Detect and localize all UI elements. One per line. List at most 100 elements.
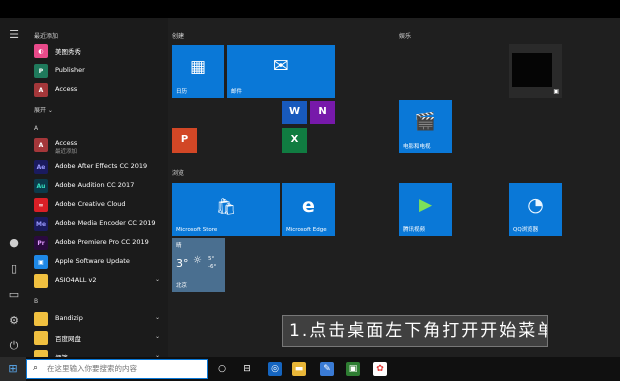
tile-microsoft-store[interactable]: 🛍 Microsoft Store [172, 183, 280, 236]
tile-label: 电影和电视 [403, 144, 431, 150]
app-item-media-encoder[interactable]: Me Adobe Media Encoder CC 2019 [34, 215, 162, 233]
mail-icon: ✉ [273, 55, 289, 77]
tile-excel[interactable]: X [282, 128, 307, 153]
film-clapper-icon: 🎬 [414, 112, 437, 132]
folder-icon [34, 331, 48, 345]
weather-temp: 3° [176, 257, 189, 270]
task-view-grid-icon[interactable]: ⊟ [240, 362, 254, 376]
app-name: Adobe Premiere Pro CC 2019 [55, 238, 149, 246]
start-menu-screen: ☰ ● ▯ ▭ ⚙ ⏻ 最近添加 ◐ 美图秀秀 P Publisher A Ac… [0, 0, 620, 381]
access-icon: A [34, 138, 48, 152]
tile-calendar[interactable]: ▦ 日历 [172, 45, 224, 98]
chevron-down-icon: ⌄ [154, 314, 160, 321]
tile-mail[interactable]: ✉ 邮件 [227, 45, 335, 98]
tutorial-caption: 1.点击桌面左下角打开开始菜单 [282, 315, 548, 347]
tile-label: Microsoft Edge [286, 227, 327, 233]
hamburger-menu-icon[interactable]: ☰ [7, 28, 21, 42]
meitu-icon: ◐ [34, 44, 48, 58]
colorful-app-icon[interactable]: ✿ [373, 362, 387, 376]
audition-icon: Au [34, 179, 48, 193]
app-item-premiere-pro[interactable]: Pr Adobe Premiere Pro CC 2019 [34, 234, 162, 252]
user-avatar-icon[interactable]: ● [7, 236, 21, 250]
chevron-down-icon: ⌄ [154, 276, 160, 283]
app-name: Adobe Audition CC 2017 [55, 181, 135, 189]
letter-header-b[interactable]: B [34, 298, 38, 305]
media-encoder-icon: Me [34, 217, 48, 231]
settings-gear-icon[interactable]: ⚙ [7, 314, 21, 328]
app-item-access[interactable]: A Access 最近添加 [34, 136, 162, 155]
task-view-icon[interactable]: ○ [215, 362, 229, 376]
tile-label: 邮件 [231, 89, 243, 95]
file-explorer-icon[interactable]: ▬ [292, 362, 306, 376]
tile-powerpoint[interactable]: P [172, 128, 197, 153]
pictures-icon[interactable]: ▭ [7, 288, 21, 302]
tile-weather[interactable]: 晴 3° ☼ 5° -6° 北京 [172, 238, 225, 292]
tile-label: 日历 [176, 89, 188, 95]
app-item-creative-cloud[interactable]: ∞ Adobe Creative Cloud [34, 196, 162, 214]
tile-qq-browser[interactable]: ◔ QQ浏览器 [509, 183, 562, 236]
tencent-video-icon: ▶ [418, 195, 433, 215]
app-name: Bandizip [55, 314, 83, 322]
weather-sun-icon: ☼ [193, 255, 202, 266]
edge-icon: e [302, 195, 315, 217]
expand-link[interactable]: 展开 ⌄ [34, 105, 53, 114]
app-item-meitu[interactable]: ◐ 美图秀秀 [34, 42, 162, 60]
tile-area: 创建 浏览 娱乐 ▦ 日历 ✉ 邮件 W N P X 🛍 Microsoft S… [168, 18, 620, 357]
taskbar: ⊞ ⌕ ○ ⊟ ◎ ▬ ✎ ▣ ✿ [0, 357, 620, 381]
app-item-apple-software-update[interactable]: ▣ Apple Software Update [34, 253, 162, 271]
app-item-after-effects[interactable]: Ae Adobe After Effects CC 2019 [34, 158, 162, 176]
documents-icon[interactable]: ▯ [7, 262, 21, 276]
after-effects-icon: Ae [34, 160, 48, 174]
tile-onenote[interactable]: N [310, 101, 335, 124]
chevron-down-icon: ⌄ [154, 333, 160, 340]
app-list: 最近添加 ◐ 美图秀秀 P Publisher A Access 展开 ⌄ A … [28, 18, 168, 357]
weather-title: 晴 [176, 243, 182, 249]
weather-low: -6° [208, 264, 217, 270]
app-name: Adobe Creative Cloud [55, 200, 126, 208]
app-item-bandizip[interactable]: Bandizip ⌄ [34, 310, 162, 328]
recent-section-label: 最近添加 [34, 33, 59, 40]
folder-icon [34, 274, 48, 288]
app-sub-label: 最近添加 [55, 149, 78, 155]
app-item-audition[interactable]: Au Adobe Audition CC 2017 [34, 177, 162, 195]
calendar-icon: ▦ [189, 57, 207, 77]
app-name: ASIO4ALL v2 [55, 276, 97, 284]
tile-photos-live[interactable]: ▣ [509, 44, 562, 98]
search-input[interactable] [47, 364, 202, 373]
app-item-asio4all[interactable]: ASIO4ALL v2 ⌄ [34, 272, 162, 290]
group-browse-label: 浏览 [172, 170, 185, 177]
store-bag-icon: 🛍 [215, 197, 237, 216]
tile-word[interactable]: W [282, 101, 307, 124]
app-item-sticky-notes[interactable]: 便笺 ⌄ [34, 348, 162, 357]
photo-preview [512, 53, 552, 87]
tile-label: Microsoft Store [176, 227, 218, 233]
tile-label: 北京 [176, 283, 188, 289]
power-icon[interactable]: ⏻ [7, 339, 21, 353]
apple-update-icon: ▣ [34, 255, 48, 269]
top-bar [0, 0, 620, 18]
app-name: Publisher [55, 66, 85, 74]
app-item-access-recent[interactable]: A Access [34, 81, 162, 99]
tile-movies-tv[interactable]: 🎬 电影和电视 [399, 100, 452, 153]
weather-high: 5° [208, 256, 215, 262]
qq-browser-icon: ◔ [527, 194, 544, 216]
app-item-publisher[interactable]: P Publisher [34, 62, 162, 80]
app-name: Access [55, 85, 78, 93]
tile-microsoft-edge[interactable]: e Microsoft Edge [282, 183, 335, 236]
publisher-icon: P [34, 64, 48, 78]
photos-icon: ▣ [553, 88, 559, 95]
windows-start-icon[interactable]: ⊞ [0, 357, 26, 381]
app-item-baidu-netdisk[interactable]: 百度网盘 ⌄ [34, 329, 162, 347]
powerpoint-icon: P [180, 134, 189, 145]
app-icon-green[interactable]: ▣ [346, 362, 360, 376]
letter-header-a[interactable]: A [34, 125, 38, 132]
app-name: 美图秀秀 [55, 48, 81, 56]
tile-tencent-video[interactable]: ▶ 腾讯视频 [399, 183, 452, 236]
browser-icon[interactable]: ◎ [268, 362, 282, 376]
app-name: Adobe After Effects CC 2019 [55, 162, 148, 170]
onenote-icon: N [318, 106, 327, 117]
notepad-icon[interactable]: ✎ [320, 362, 334, 376]
tile-label: 腾讯视频 [403, 227, 426, 233]
app-name: Access [55, 139, 78, 147]
taskbar-search[interactable]: ⌕ [26, 359, 208, 379]
